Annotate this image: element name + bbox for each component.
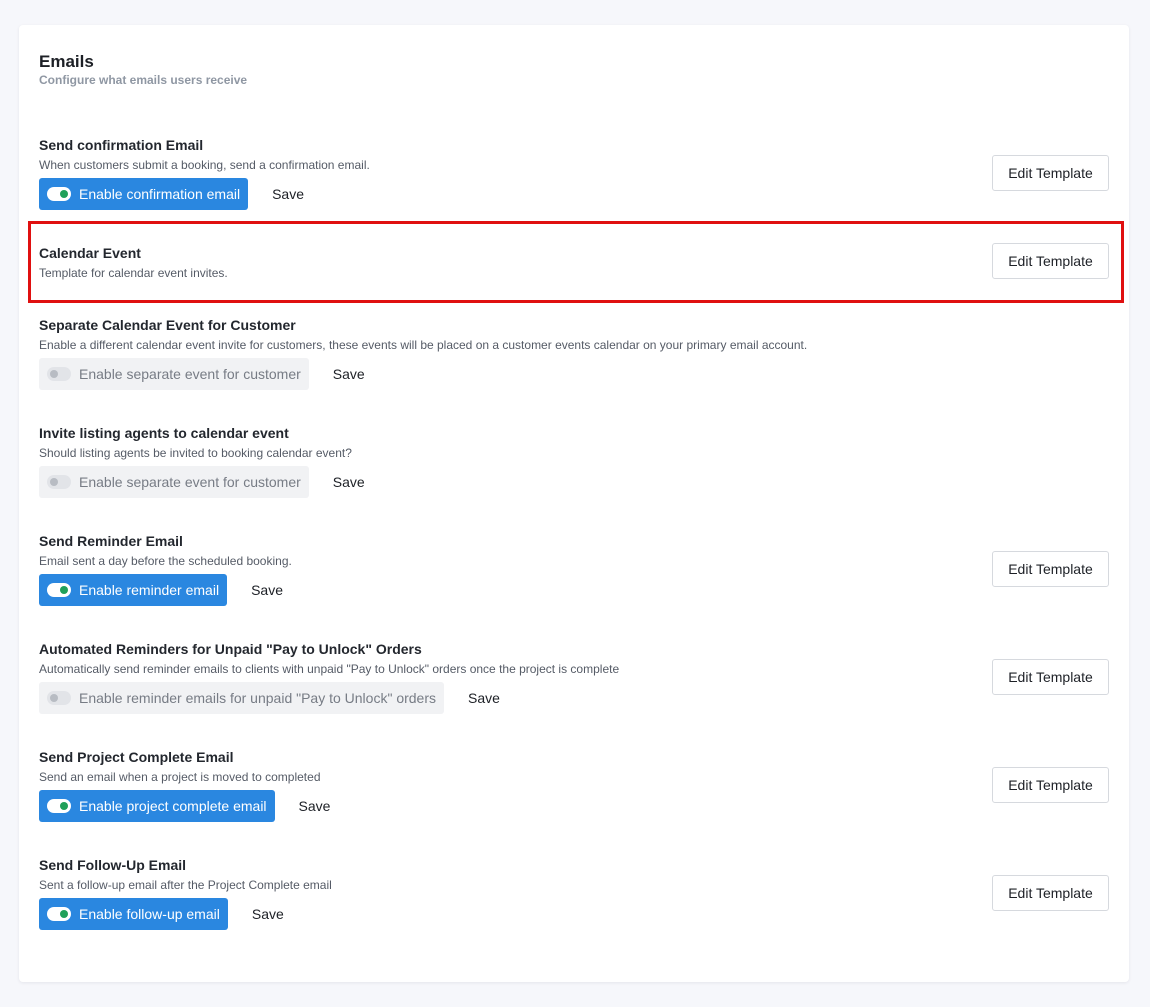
toggle-switch-icon xyxy=(47,583,71,597)
toggle-label: Enable separate event for customer xyxy=(79,474,301,490)
toggle-label: Enable project complete email xyxy=(79,798,267,814)
save-button[interactable]: Save xyxy=(252,906,284,922)
toggle-label: Enable reminder email xyxy=(79,582,220,598)
setting-description: Email sent a day before the scheduled bo… xyxy=(39,554,292,568)
toggle-label: Enable confirmation email xyxy=(79,186,241,202)
enable-reminder-email-toggle[interactable]: Enable reminder email xyxy=(39,574,228,606)
setting-title: Send Reminder Email xyxy=(39,533,183,549)
edit-template-button[interactable]: Edit Template xyxy=(992,875,1109,911)
toggle-switch-icon xyxy=(47,187,71,201)
emails-settings-card: Emails Configure what emails users recei… xyxy=(19,25,1129,982)
setting-description: Send an email when a project is moved to… xyxy=(39,770,321,784)
setting-description: When customers submit a booking, send a … xyxy=(39,158,370,172)
setting-description: Sent a follow-up email after the Project… xyxy=(39,878,332,892)
save-button[interactable]: Save xyxy=(251,582,283,598)
edit-template-button[interactable]: Edit Template xyxy=(992,767,1109,803)
save-button[interactable]: Save xyxy=(272,186,304,202)
toggle-switch-icon xyxy=(47,799,71,813)
setting-title: Send Follow-Up Email xyxy=(39,857,187,873)
setting-title: Automated Reminders for Unpaid "Pay to U… xyxy=(39,641,422,657)
setting-title: Send Project Complete Email xyxy=(39,749,234,765)
section-title: Emails xyxy=(39,52,94,71)
setting-title: Separate Calendar Event for Customer xyxy=(39,317,296,333)
setting-description: Automatically send reminder emails to cl… xyxy=(39,662,620,676)
setting-title: Invite listing agents to calendar event xyxy=(39,425,289,441)
setting-title: Send confirmation Email xyxy=(39,137,204,153)
save-button[interactable]: Save xyxy=(468,690,500,706)
setting-description: Template for calendar event invites. xyxy=(39,266,228,280)
enable-confirmation-email-toggle[interactable]: Enable confirmation email xyxy=(39,178,249,210)
edit-template-button[interactable]: Edit Template xyxy=(992,155,1109,191)
enable-invite-agents-toggle[interactable]: Enable separate event for customer xyxy=(39,466,309,498)
toggle-switch-icon xyxy=(47,907,71,921)
edit-template-button[interactable]: Edit Template xyxy=(992,659,1109,695)
toggle-switch-icon xyxy=(47,691,71,705)
toggle-switch-icon xyxy=(47,367,71,381)
setting-description: Should listing agents be invited to book… xyxy=(39,446,352,460)
enable-project-complete-toggle[interactable]: Enable project complete email xyxy=(39,790,275,822)
save-button[interactable]: Save xyxy=(333,366,365,382)
enable-separate-event-toggle[interactable]: Enable separate event for customer xyxy=(39,358,309,390)
setting-title: Calendar Event xyxy=(39,245,141,261)
enable-follow-up-toggle[interactable]: Enable follow-up email xyxy=(39,898,228,930)
save-button[interactable]: Save xyxy=(299,798,331,814)
setting-description: Enable a different calendar event invite… xyxy=(39,338,808,352)
save-button[interactable]: Save xyxy=(333,474,365,490)
edit-template-button[interactable]: Edit Template xyxy=(992,243,1109,279)
toggle-label: Enable separate event for customer xyxy=(79,366,301,382)
section-subtitle: Configure what emails users receive xyxy=(39,73,248,87)
edit-template-button[interactable]: Edit Template xyxy=(992,551,1109,587)
toggle-label: Enable follow-up email xyxy=(79,906,220,922)
toggle-switch-icon xyxy=(47,475,71,489)
toggle-label: Enable reminder emails for unpaid "Pay t… xyxy=(79,690,436,706)
enable-unpaid-reminders-toggle[interactable]: Enable reminder emails for unpaid "Pay t… xyxy=(39,682,444,714)
